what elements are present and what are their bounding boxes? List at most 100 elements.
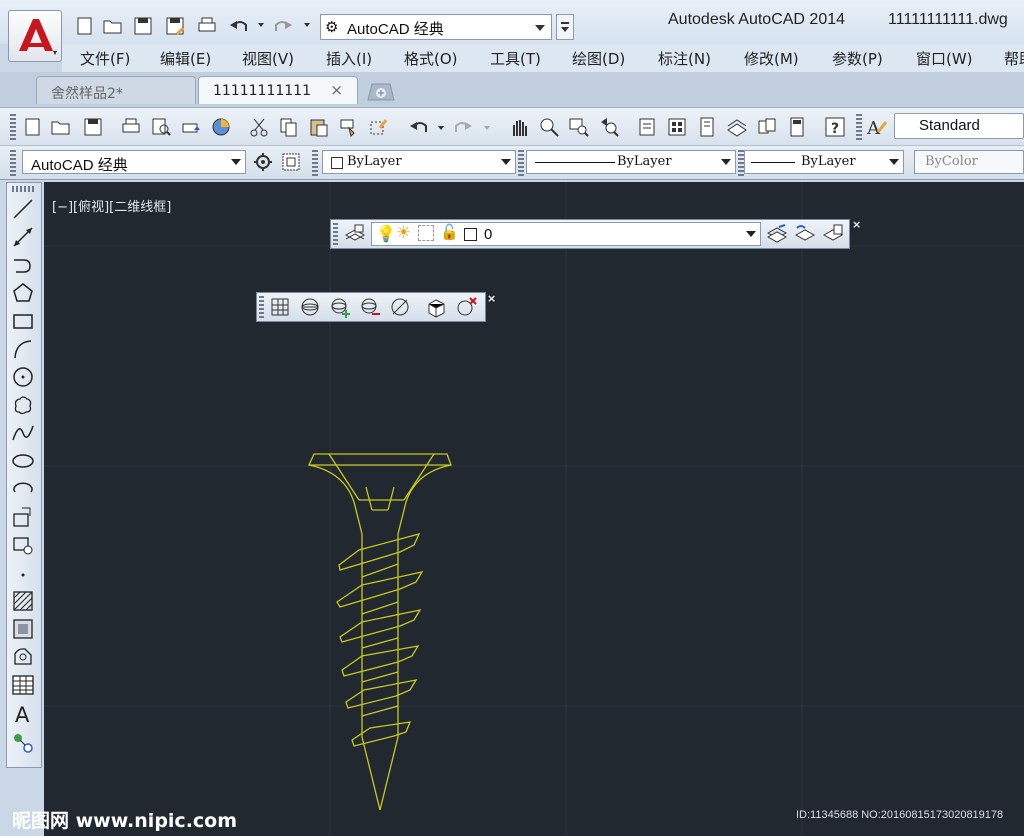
redo-icon[interactable] — [452, 116, 474, 138]
toolbar-grip-icon[interactable] — [259, 296, 264, 318]
ellipse-icon[interactable] — [10, 448, 36, 474]
paste-icon[interactable] — [308, 116, 330, 138]
plotstyle-select[interactable]: ByColor — [914, 150, 1024, 174]
redo-dropdown-icon[interactable] — [484, 126, 490, 130]
2d-wireframe-icon[interactable] — [269, 296, 293, 318]
lineweight-select[interactable]: ByLayer — [744, 150, 904, 174]
make-object-layer-current-icon[interactable] — [765, 223, 789, 245]
workspace-select[interactable]: AutoCAD 经典 — [22, 150, 246, 174]
zoom-previous-icon[interactable] — [598, 116, 620, 138]
plot-icon[interactable] — [120, 116, 142, 138]
customize-quick-access-button[interactable] — [556, 14, 574, 40]
menu-dimension[interactable]: 标注(N) — [658, 48, 711, 69]
multiline-text-icon[interactable]: A — [10, 700, 36, 726]
circle-icon[interactable] — [10, 364, 36, 390]
match-properties-icon[interactable] — [338, 116, 360, 138]
construction-line-icon[interactable] — [10, 224, 36, 250]
rectangle-icon[interactable] — [10, 308, 36, 334]
viewport-label[interactable]: [−][俯视][二维线框] — [52, 196, 171, 215]
sheet-set-manager-icon[interactable] — [726, 116, 748, 138]
undo-icon[interactable] — [408, 116, 430, 138]
polyline-icon[interactable] — [10, 252, 36, 278]
markup-set-manager-icon[interactable] — [756, 116, 778, 138]
save-icon[interactable] — [132, 15, 154, 37]
layer-previous-icon[interactable] — [793, 223, 817, 245]
qnew-icon[interactable] — [22, 116, 44, 138]
revision-cloud-icon[interactable] — [10, 392, 36, 418]
undo-dropdown-icon[interactable] — [438, 126, 444, 130]
spline-icon[interactable] — [10, 420, 36, 446]
menu-parametric[interactable]: 参数(P) — [832, 48, 883, 69]
insert-block-icon[interactable] — [10, 504, 36, 530]
hatch-icon[interactable] — [10, 588, 36, 614]
line-icon[interactable] — [10, 196, 36, 222]
design-center-icon[interactable] — [666, 116, 688, 138]
file-tab-2[interactable]: 11111111111 × — [198, 76, 358, 104]
menu-window[interactable]: 窗口(W) — [916, 48, 973, 69]
save-icon[interactable] — [82, 116, 104, 138]
3d-dwf-icon[interactable] — [210, 116, 232, 138]
close-toolbar-icon[interactable]: × — [487, 292, 497, 305]
open-icon[interactable] — [50, 116, 72, 138]
redo-icon[interactable] — [272, 15, 294, 37]
text-style-select[interactable]: Standard — [894, 113, 1024, 139]
undo-dropdown-icon[interactable] — [258, 23, 264, 27]
point-icon[interactable] — [10, 560, 36, 586]
arc-icon[interactable] — [10, 336, 36, 362]
open-icon[interactable] — [102, 15, 124, 37]
help-icon[interactable]: ? — [824, 116, 846, 138]
close-toolbar-icon[interactable]: × — [852, 218, 862, 231]
menu-insert[interactable]: 插入(I) — [326, 48, 372, 69]
toolbar-grip-icon[interactable] — [856, 114, 862, 140]
workspace-settings-icon[interactable] — [252, 151, 274, 173]
drawing-canvas[interactable] — [44, 182, 1024, 836]
workspace-switcher[interactable]: ⚙ AutoCAD 经典 — [320, 14, 552, 40]
table-icon[interactable] — [10, 672, 36, 698]
redo-dropdown-icon[interactable] — [304, 23, 310, 27]
toolbar-grip-icon[interactable] — [10, 150, 16, 176]
no-style-icon[interactable] — [389, 296, 413, 318]
menu-format[interactable]: 格式(O) — [404, 48, 458, 69]
add-selected-icon[interactable] — [10, 730, 36, 756]
copy-icon[interactable] — [278, 116, 300, 138]
quickcalc-icon[interactable] — [786, 116, 808, 138]
toolbar-grip-icon[interactable] — [518, 150, 524, 176]
save-workspace-icon[interactable] — [280, 151, 302, 173]
toolbar-grip-icon[interactable] — [12, 186, 34, 192]
print-icon[interactable] — [196, 15, 218, 37]
menu-edit[interactable]: 编辑(E) — [160, 48, 211, 69]
polygon-icon[interactable] — [10, 280, 36, 306]
toolbar-grip-icon[interactable] — [312, 150, 318, 176]
conceptual-icon[interactable] — [425, 296, 449, 318]
ellipse-arc-icon[interactable] — [10, 476, 36, 502]
region-icon[interactable] — [10, 644, 36, 670]
block-editor-icon[interactable] — [368, 116, 390, 138]
menu-tools[interactable]: 工具(T) — [490, 48, 541, 69]
undo-icon[interactable] — [228, 15, 250, 37]
close-tab-icon[interactable]: × — [330, 81, 343, 99]
tool-palettes-icon[interactable] — [696, 116, 718, 138]
3d-wireframe-icon[interactable] — [299, 296, 323, 318]
new-icon[interactable] — [74, 15, 96, 37]
text-style-icon[interactable]: A — [866, 116, 888, 138]
application-menu-button[interactable] — [8, 10, 62, 62]
menu-help[interactable]: 帮助 — [1004, 48, 1024, 69]
properties-icon[interactable] — [636, 116, 658, 138]
remove-view-icon[interactable] — [359, 296, 383, 318]
layer-state-manager-icon[interactable] — [821, 223, 845, 245]
toolbar-grip-icon[interactable] — [10, 114, 16, 140]
menu-file[interactable]: 文件(F) — [80, 48, 130, 69]
new-tab-button[interactable] — [366, 82, 396, 102]
cut-icon[interactable] — [248, 116, 270, 138]
menu-view[interactable]: 视图(V) — [242, 48, 294, 69]
plot-preview-icon[interactable] — [150, 116, 172, 138]
save-as-icon[interactable] — [164, 15, 186, 37]
layer-select[interactable]: 💡 ☀ 🔓 0 — [371, 222, 761, 246]
zoom-window-icon[interactable] — [568, 116, 590, 138]
make-block-icon[interactable] — [10, 532, 36, 558]
file-tab-1[interactable]: 舍然样品2* — [36, 76, 196, 104]
color-select[interactable]: ByLayer — [322, 150, 516, 174]
delete-view-icon[interactable] — [455, 296, 479, 318]
linetype-select[interactable]: ByLayer — [526, 150, 736, 174]
toolbar-grip-icon[interactable] — [333, 223, 338, 245]
